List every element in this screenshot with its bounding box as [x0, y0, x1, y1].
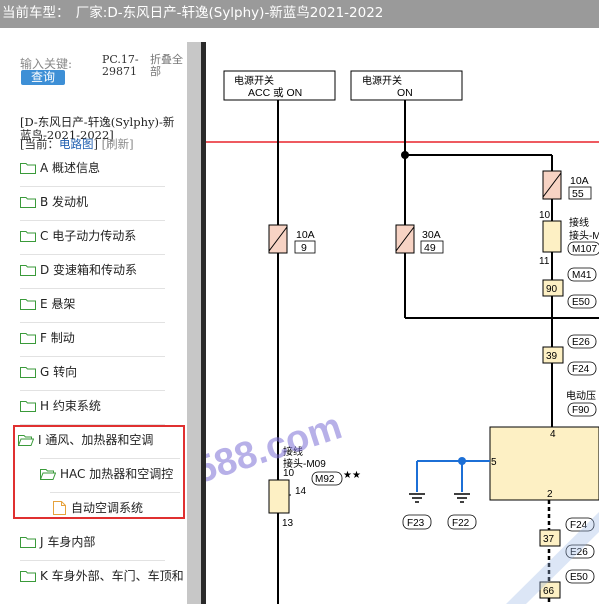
box1-line1: 电源开关: [234, 74, 274, 87]
tree-item-label: C 电子动力传动系: [40, 229, 137, 243]
tree-item-label: H 约束系统: [40, 399, 101, 413]
conn-label: M41: [572, 270, 592, 281]
divider: [20, 254, 165, 255]
ground-label: F23: [407, 518, 425, 529]
current-prefix: [当前：: [20, 137, 59, 151]
module-pin-top: 4: [550, 429, 556, 440]
refresh-link[interactable]: [刷新]: [102, 137, 134, 151]
splice-connector: [542, 220, 562, 253]
module-pin-left: 5: [491, 457, 497, 468]
conn-label: F90: [572, 405, 590, 416]
divider: [20, 288, 165, 289]
control-module: [489, 426, 599, 501]
motor-label: 电动压: [566, 389, 596, 402]
folder-icon: [20, 265, 36, 276]
sidebar: 输入关键: 查询 PC.17-29871 折叠全部 [D-东风日产-轩逸(Syl…: [0, 42, 187, 604]
diagram-canvas: 电源开关 ACC 或 ON 电源开关 ON 10A 9 30A 49 10A 5…: [206, 70, 599, 604]
folder-icon: [20, 367, 36, 378]
conn-label: 90: [546, 284, 558, 295]
folder-icon: [20, 231, 36, 242]
splice1-stars: ★★: [343, 470, 361, 481]
current-link[interactable]: 电路图: [59, 137, 94, 151]
top-spacer: [0, 28, 599, 42]
divider: [20, 560, 165, 561]
fuse1-num: 9: [301, 242, 307, 254]
folder-icon: [20, 299, 36, 310]
box2-line1: 电源开关: [362, 74, 402, 87]
tree-item-label: B 发动机: [40, 195, 89, 209]
conn-label: F24: [572, 364, 590, 375]
splice2-label1: 接线: [569, 216, 589, 229]
conn-label: E50: [570, 572, 588, 583]
splice2-label2: 接头-M: [569, 229, 599, 242]
splice-connector: [268, 479, 290, 514]
conn-label: 37: [543, 534, 555, 545]
box1-line2: ACC 或 ON: [248, 87, 302, 99]
divider: [40, 458, 180, 459]
divider: [20, 186, 165, 187]
tree-item-label: A 概述信息: [40, 161, 101, 175]
divider: [20, 220, 165, 221]
splice1-pin-right: 14: [295, 486, 307, 497]
folder-icon: [20, 571, 36, 582]
folder-icon: [20, 401, 36, 412]
fuse1-amp: 10A: [296, 229, 315, 241]
splice1-pin-top: 10: [283, 468, 295, 479]
box2-line2: ON: [397, 87, 413, 99]
document-icon: [53, 501, 66, 515]
splice1-conn: M92: [315, 474, 335, 485]
splice2-pin-bottom: 11: [539, 256, 550, 267]
ground-label: F22: [452, 518, 470, 529]
folder-open-icon: [18, 435, 34, 446]
module-pin-bottom: 2: [547, 489, 553, 500]
tree-item-label: I 通风、加热器和空调: [38, 433, 154, 447]
divider: [20, 322, 165, 323]
tree-item-label: E 悬架: [40, 297, 76, 311]
splice1-pin-bottom: 13: [282, 518, 294, 529]
current-suffix: ]: [93, 137, 99, 151]
tree-item-label: HAC 加热器和空调控: [60, 467, 174, 481]
divider: [20, 390, 165, 391]
folder-icon: [20, 163, 36, 174]
folder-icon: [20, 333, 36, 344]
folder-icon: [20, 537, 36, 548]
window-title: 厂家:D-东风日产-轩逸(Sylphy)-新蓝鸟2021-2022: [75, 5, 384, 21]
junction-dot: [458, 457, 466, 465]
pc-label: PC.17-29871: [102, 53, 139, 78]
query-button[interactable]: 查询: [21, 70, 65, 85]
tree-item-label: F 制动: [40, 331, 75, 345]
fuse2-num: 49: [424, 242, 436, 254]
fold-all-link[interactable]: 折叠全部: [150, 54, 187, 78]
wiring-diagram: 电源开关 ACC 或 ON 电源开关 ON 10A 9 30A 49 10A 5…: [206, 42, 599, 604]
fuse3-amp: 10A: [570, 175, 589, 187]
tree-item-label: D 变速箱和传动系: [40, 263, 138, 277]
fuse2-amp: 30A: [422, 229, 441, 241]
splice2-conn: M107: [572, 244, 597, 255]
folder-open-icon: [40, 469, 56, 480]
conn-label: E50: [572, 297, 590, 308]
divider: [20, 356, 165, 357]
conn-label: E26: [572, 337, 590, 348]
tree-item-label: J 车身内部: [40, 535, 96, 549]
tree-item-label: 自动空调系统: [71, 501, 144, 515]
divider: [50, 492, 180, 493]
tree-item-label: K 车身外部、车门、车顶和: [40, 569, 184, 583]
sidebar-scrollbar[interactable]: [187, 42, 201, 604]
current-location: [当前：电路图] [刷新]: [20, 138, 134, 151]
title-bar: 当前车型： 厂家:D-东风日产-轩逸(Sylphy)-新蓝鸟2021-2022: [0, 0, 599, 28]
conn-label: 66: [543, 586, 555, 597]
splice2-pin-top: 10: [539, 210, 551, 221]
folder-icon: [20, 197, 36, 208]
title-prefix: 当前车型：: [2, 5, 70, 21]
tree-item-label: G 转向: [40, 365, 78, 379]
conn-label: 39: [546, 351, 558, 362]
fuse3-num: 55: [572, 188, 584, 200]
